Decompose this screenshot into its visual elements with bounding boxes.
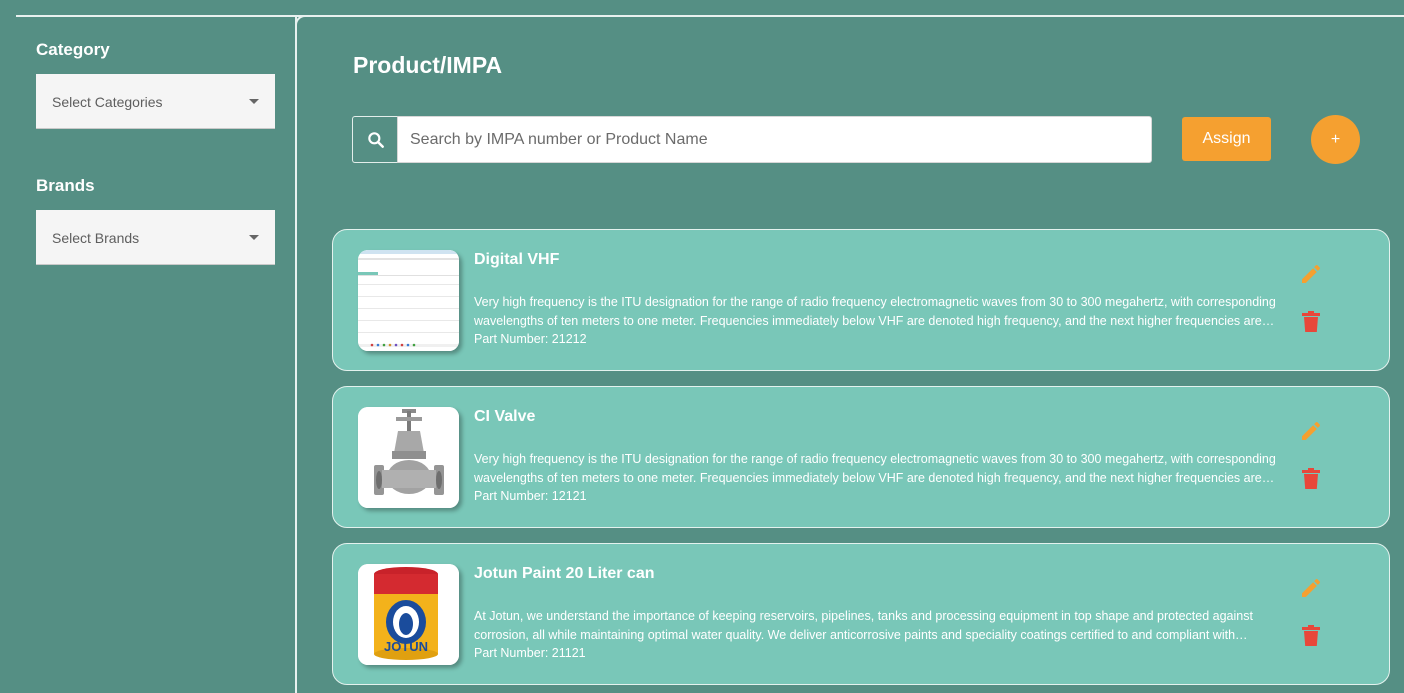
product-name: Digital VHF	[474, 251, 560, 268]
product-image-paint-can: JOTUN	[358, 564, 459, 665]
trash-icon	[1302, 311, 1320, 332]
category-select-value: Select Categories	[52, 94, 163, 110]
delete-button[interactable]	[1300, 624, 1322, 648]
edit-button[interactable]	[1299, 576, 1323, 600]
page-title: Product/IMPA	[353, 52, 503, 78]
assign-button[interactable]: Assign	[1182, 117, 1271, 161]
search-button[interactable]	[352, 116, 398, 163]
edit-button[interactable]	[1299, 419, 1323, 443]
caret-down-icon	[249, 99, 259, 104]
category-label: Category	[36, 40, 110, 59]
category-select[interactable]: Select Categories	[36, 74, 275, 129]
trash-icon	[1302, 468, 1320, 489]
add-product-button[interactable]: +	[1311, 115, 1360, 164]
product-description: Very high frequency is the ITU designati…	[474, 295, 1276, 328]
brands-select-value: Select Brands	[52, 230, 140, 246]
part-number: Part Number: 12121	[474, 489, 587, 503]
product-description: Very high frequency is the ITU designati…	[474, 452, 1276, 485]
product-image-valve	[358, 407, 459, 508]
caret-down-icon	[249, 235, 259, 240]
search-input[interactable]	[397, 116, 1152, 163]
paint-can-brand-text: JOTUN	[384, 639, 428, 654]
part-number: Part Number: 21121	[474, 646, 586, 660]
product-card: CI Valve Very high frequency is the ITU …	[332, 386, 1390, 528]
valve-image	[358, 407, 459, 508]
product-card: Digital VHF Very high frequency is the I…	[332, 229, 1390, 371]
pencil-icon	[1302, 578, 1321, 597]
edit-button[interactable]	[1299, 262, 1323, 286]
paint-can-image: JOTUN	[358, 564, 459, 665]
pencil-icon	[1302, 421, 1321, 440]
brands-select[interactable]: Select Brands	[36, 210, 275, 265]
product-description: At Jotun, we understand the importance o…	[474, 609, 1253, 642]
product-name: Jotun Paint 20 Liter can	[474, 565, 655, 582]
product-name: CI Valve	[474, 408, 536, 425]
pencil-icon	[1302, 264, 1321, 283]
screenshot-thumbnail	[358, 250, 459, 351]
part-number: Part Number: 21212	[474, 332, 587, 346]
trash-icon	[1302, 625, 1320, 646]
search-bar	[352, 116, 1152, 163]
search-icon	[367, 131, 384, 148]
delete-button[interactable]	[1300, 467, 1322, 491]
product-card: JOTUN Jotun Paint 20 Liter can At Jotun,…	[332, 543, 1390, 685]
brands-label: Brands	[36, 176, 95, 195]
product-image-screenshot	[358, 250, 459, 351]
delete-button[interactable]	[1300, 310, 1322, 334]
